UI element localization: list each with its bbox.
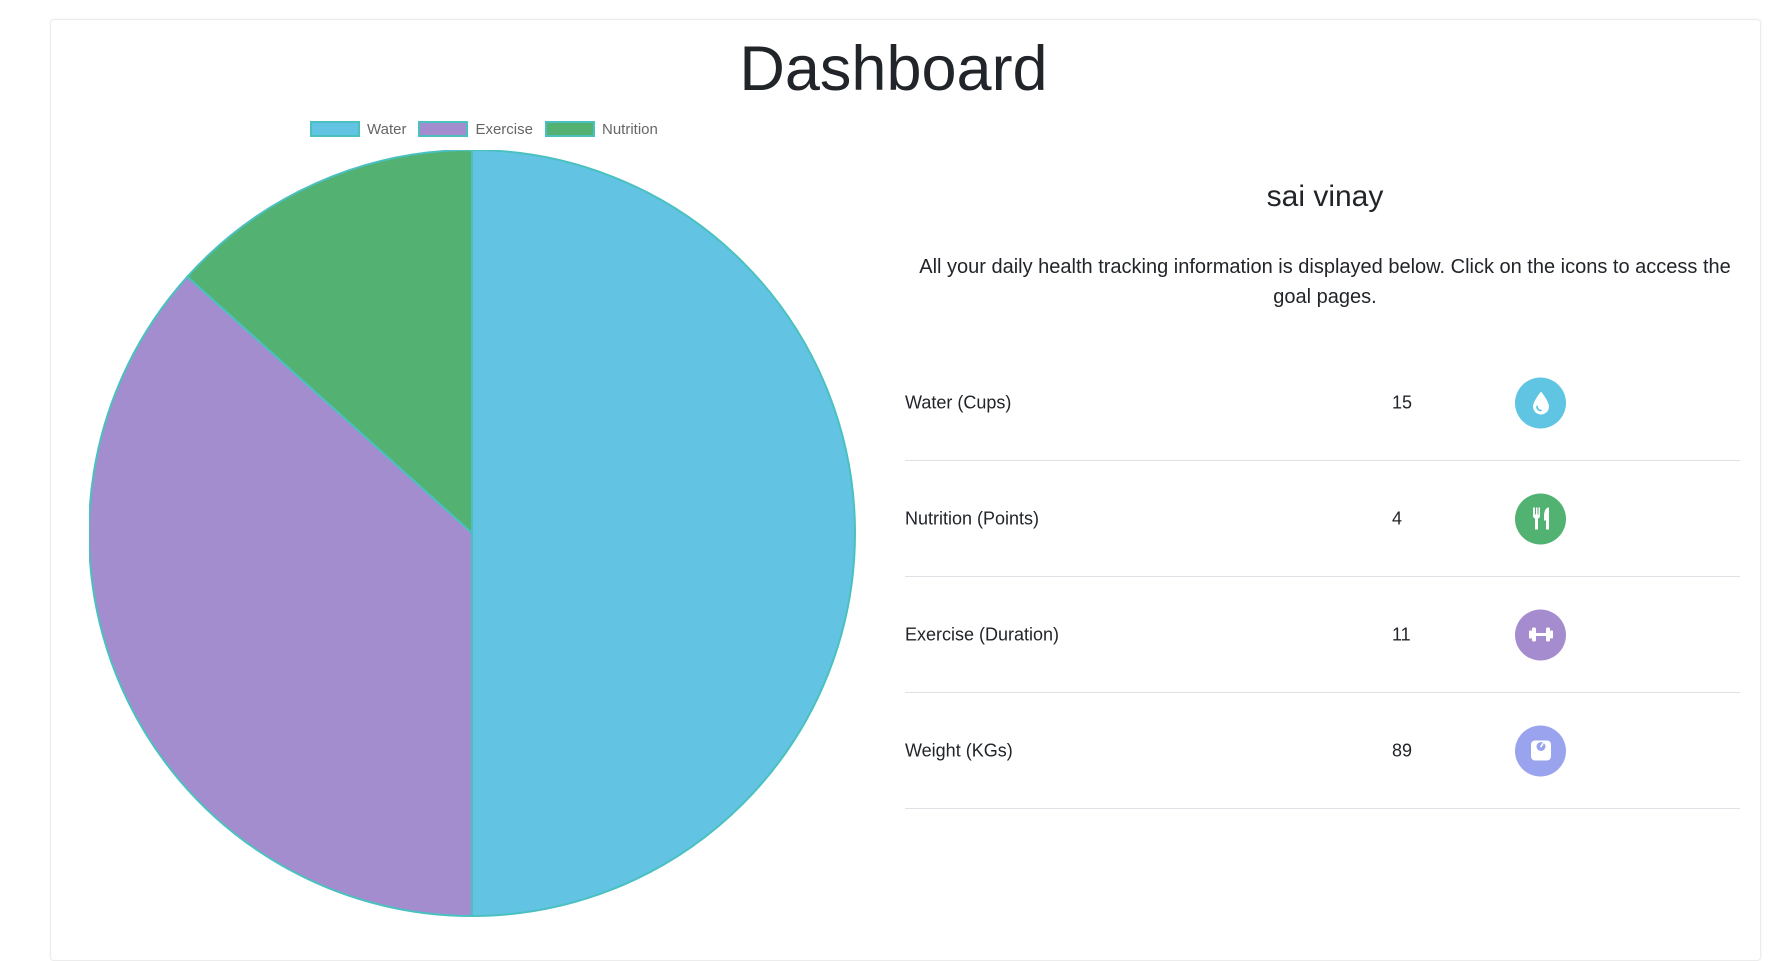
stat-value-nutrition: 4 <box>1392 508 1403 528</box>
page-title: Dashboard <box>739 34 1048 104</box>
stats-table: Water (Cups) 15 Nutrition (Points) 4 Exe… <box>905 345 1740 809</box>
dumbbell-icon[interactable] <box>1515 609 1566 660</box>
chart-legend: Water Exercise Nutrition <box>310 119 670 139</box>
stat-value-water: 15 <box>1392 392 1413 412</box>
legend-swatch-water <box>310 121 360 137</box>
pie-slice-water[interactable] <box>471 150 856 918</box>
stat-value-exercise: 11 <box>1392 624 1411 644</box>
legend-swatch-nutrition <box>544 121 595 137</box>
stat-label-water: Water (Cups) <box>905 392 1012 412</box>
scale-icon[interactable] <box>1515 725 1566 776</box>
stat-row-exercise: Exercise (Duration) 11 <box>905 577 1740 693</box>
stat-value-weight: 89 <box>1392 740 1413 760</box>
stat-row-nutrition: Nutrition (Points) 4 <box>905 461 1740 577</box>
water-drop-icon[interactable] <box>1515 377 1566 428</box>
legend-item-exercise[interactable]: Exercise <box>418 121 533 138</box>
legend-swatch-exercise <box>418 121 469 137</box>
stat-label-weight: Weight (KGs) <box>905 740 1013 760</box>
stat-row-water: Water (Cups) 15 <box>905 345 1740 461</box>
stat-label-exercise: Exercise (Duration) <box>905 624 1060 644</box>
user-name: sai vinay <box>1266 180 1384 213</box>
stat-row-weight: Weight (KGs) 89 <box>905 693 1740 809</box>
legend-label-water: Water <box>367 120 407 138</box>
stat-label-nutrition: Nutrition (Points) <box>905 508 1040 528</box>
pie-chart <box>89 150 856 918</box>
legend-label-exercise: Exercise <box>475 120 533 138</box>
legend-item-water[interactable]: Water <box>310 121 406 138</box>
legend-label-nutrition: Nutrition <box>601 120 658 138</box>
intro-text: All your daily health tracking informati… <box>919 256 1731 308</box>
utensils-icon[interactable] <box>1515 493 1566 544</box>
legend-item-nutrition[interactable]: Nutrition <box>544 120 658 138</box>
